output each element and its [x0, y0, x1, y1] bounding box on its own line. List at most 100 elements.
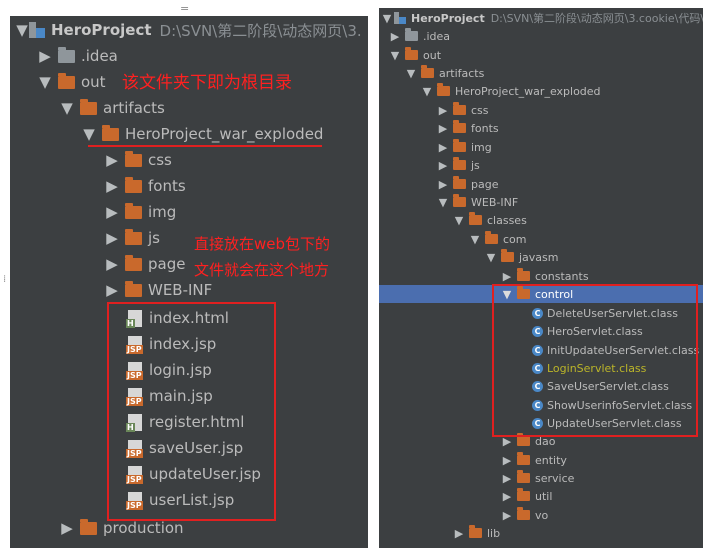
folder-icon: [517, 507, 530, 520]
tree-label: classes: [487, 213, 527, 227]
folder-icon: [80, 518, 97, 535]
tree-row-css[interactable]: ▶ css: [379, 101, 703, 119]
folder-icon: [405, 28, 418, 41]
triangle-right-icon[interactable]: ▶: [436, 178, 450, 191]
tree-row-css[interactable]: ▶ css: [10, 147, 368, 173]
triangle-right-icon[interactable]: ▶: [105, 203, 119, 221]
tree-label: WEB-INF: [471, 195, 519, 209]
top-drag-mark: =: [180, 2, 190, 15]
tree-label: artifacts: [103, 99, 165, 117]
tree-row-img[interactable]: ▶ img: [10, 199, 368, 225]
triangle-down-icon[interactable]: ▼: [484, 251, 498, 264]
triangle-down-icon[interactable]: ▼: [436, 196, 450, 209]
tree-row-util[interactable]: ▶ util: [379, 487, 703, 505]
folder-icon: [453, 120, 466, 133]
tree-row-img[interactable]: ▶ img: [379, 138, 703, 156]
tree-row-classes[interactable]: ▼ classes: [379, 211, 703, 229]
tree-label: out: [423, 48, 442, 62]
folder-icon: [125, 228, 142, 245]
tree-label: HeroProject_war_exploded: [455, 84, 601, 98]
tree-row-web-inf[interactable]: ▼ WEB-INF: [379, 193, 703, 211]
folder-icon: [58, 72, 75, 89]
tree-row-js[interactable]: ▶ js: [379, 156, 703, 174]
right-project-tree: ▼ HeroProject D:\SVN\第二阶段\动态网页\3.cookie\…: [379, 8, 703, 548]
triangle-right-icon[interactable]: ▶: [500, 454, 514, 467]
triangle-right-icon[interactable]: ▶: [436, 122, 450, 135]
triangle-right-icon[interactable]: ▶: [105, 255, 119, 273]
tree-label: page: [148, 255, 186, 273]
triangle-down-icon[interactable]: ▼: [388, 49, 402, 62]
triangle-right-icon[interactable]: ▶: [105, 229, 119, 247]
tree-label: artifacts: [439, 66, 485, 80]
tree-row-artifacts[interactable]: ▼ artifacts: [10, 95, 368, 121]
triangle-right-icon[interactable]: ▶: [500, 509, 514, 522]
tree-row-constants[interactable]: ▶ constants: [379, 267, 703, 285]
tree-row-entity[interactable]: ▶ entity: [379, 451, 703, 469]
tree-row-com[interactable]: ▼ com: [379, 230, 703, 248]
tree-row-service[interactable]: ▶ service: [379, 469, 703, 487]
triangle-right-icon[interactable]: ▶: [388, 30, 402, 43]
triangle-down-icon[interactable]: ▼: [452, 214, 466, 227]
folder-icon: [453, 194, 466, 207]
triangle-down-icon[interactable]: ▼: [15, 21, 29, 39]
tree-row-idea[interactable]: ▶ .idea: [10, 43, 368, 69]
triangle-down-icon[interactable]: ▼: [380, 12, 394, 25]
triangle-down-icon[interactable]: ▼: [38, 73, 52, 91]
folder-icon: [125, 202, 142, 219]
triangle-right-icon[interactable]: ▶: [436, 159, 450, 172]
tree-label: javasm: [519, 250, 559, 264]
tree-row-fonts[interactable]: ▶ fonts: [379, 119, 703, 137]
tree-row-war-exploded[interactable]: ▼ HeroProject_war_exploded: [379, 82, 703, 100]
tree-row-idea[interactable]: ▶ .idea: [379, 27, 703, 45]
triangle-right-icon[interactable]: ▶: [60, 519, 74, 537]
highlight-box-control: [492, 284, 698, 437]
triangle-right-icon[interactable]: ▶: [500, 472, 514, 485]
tree-label: out: [81, 73, 106, 91]
triangle-right-icon[interactable]: ▶: [500, 490, 514, 503]
tree-row-lib[interactable]: ▶ lib: [379, 524, 703, 542]
tree-row-vo[interactable]: ▶ vo: [379, 506, 703, 524]
folder-icon: [453, 176, 466, 189]
tree-row-artifacts[interactable]: ▼ artifacts: [379, 64, 703, 82]
tree-label: js: [471, 158, 480, 172]
tree-label: lib: [487, 526, 501, 540]
project-name: HeroProject: [51, 21, 152, 39]
folder-icon: [453, 102, 466, 115]
tree-label: .idea: [423, 29, 451, 43]
triangle-right-icon[interactable]: ▶: [105, 177, 119, 195]
project-path: D:\SVN\第二阶段\动态网页\3.: [159, 21, 362, 40]
triangle-down-icon[interactable]: ▼: [60, 99, 74, 117]
tree-row-project[interactable]: ▼ HeroProject D:\SVN\第二阶段\动态网页\3.: [10, 17, 368, 43]
tree-row-page[interactable]: ▶ page: [379, 175, 703, 193]
triangle-down-icon[interactable]: ▼: [420, 85, 434, 98]
triangle-down-icon[interactable]: ▼: [404, 67, 418, 80]
triangle-right-icon[interactable]: ▶: [452, 527, 466, 540]
tree-row-war-exploded[interactable]: ▼ HeroProject_war_exploded: [10, 121, 368, 147]
annotation-root-dir: 该文件夹下即为根目录: [122, 73, 292, 93]
tree-row-javasm[interactable]: ▼ javasm: [379, 248, 703, 266]
left-project-tree: ▼ HeroProject D:\SVN\第二阶段\动态网页\3. ▶ .ide…: [10, 16, 368, 548]
folder-icon: [80, 98, 97, 115]
tree-row-fonts[interactable]: ▶ fonts: [10, 173, 368, 199]
folder-icon: [125, 176, 142, 193]
tree-label: vo: [535, 508, 549, 522]
folder-icon: [517, 268, 530, 281]
triangle-down-icon[interactable]: ▼: [468, 233, 482, 246]
triangle-right-icon[interactable]: ▶: [38, 47, 52, 65]
tree-row-web-inf[interactable]: ▶ WEB-INF: [10, 277, 368, 303]
tree-label: page: [471, 177, 499, 191]
folder-icon: [453, 157, 466, 170]
folder-icon: [421, 65, 434, 78]
triangle-right-icon[interactable]: ▶: [105, 281, 119, 299]
triangle-right-icon[interactable]: ▶: [500, 270, 514, 283]
triangle-right-icon[interactable]: ▶: [436, 141, 450, 154]
triangle-down-icon[interactable]: ▼: [82, 125, 96, 143]
triangle-right-icon[interactable]: ▶: [436, 104, 450, 117]
tree-row-out[interactable]: ▼ out: [379, 46, 703, 64]
tree-label: service: [535, 471, 575, 485]
triangle-right-icon[interactable]: ▶: [105, 151, 119, 169]
tree-label: js: [148, 229, 160, 247]
tree-row-project[interactable]: ▼ HeroProject D:\SVN\第二阶段\动态网页\3.cookie\…: [379, 9, 703, 27]
folder-icon: [125, 150, 142, 167]
tree-label: css: [148, 151, 172, 169]
